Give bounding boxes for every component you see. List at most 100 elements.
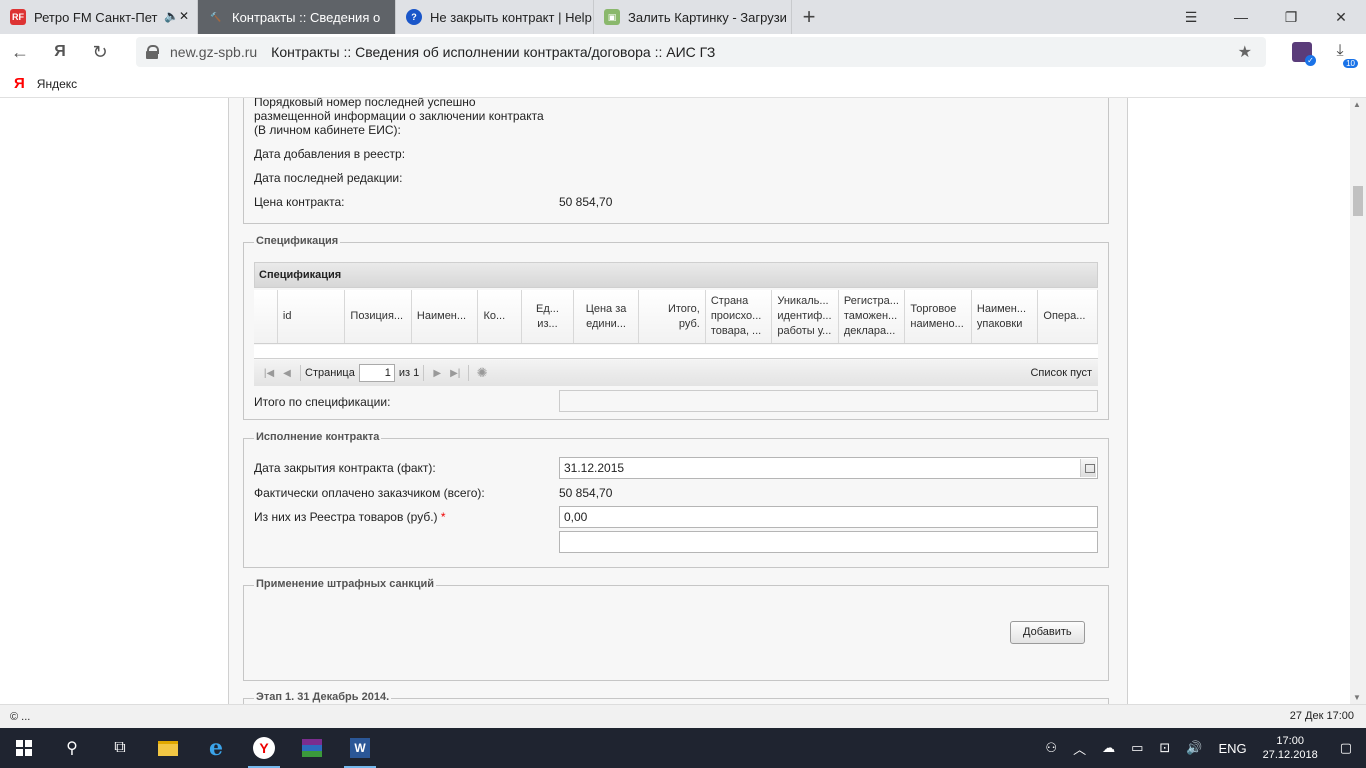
internet-explorer-icon[interactable]: e [192,728,240,768]
grid-column-header[interactable]: id [277,290,346,343]
registry-goods-extra-field[interactable] [559,531,1098,553]
first-page-icon[interactable]: |◀ [260,368,278,379]
grid-column-header[interactable]: Позиция... [345,290,412,343]
reload-icon[interactable]: ↻ [80,34,120,70]
winrar-icon[interactable] [288,728,336,768]
language-indicator[interactable]: ENG [1218,741,1246,756]
clock[interactable]: 17:00 27.12.2018 [1263,734,1318,762]
search-icon[interactable]: ⚲ [48,728,96,768]
people-icon[interactable]: ⚇ [1045,740,1057,756]
grid-column-header[interactable]: Итого, руб. [639,290,706,343]
spec-total-field [559,390,1098,412]
scroll-up-icon[interactable]: ▲ [1353,100,1361,109]
cloud-icon[interactable]: ☁ [1102,740,1115,756]
specification-grid-header: id Позиция... Наимен... Ко... Ед... из... Цен… [254,290,1098,344]
status-bar: © ... 27 Дек 17:00 [0,704,1366,728]
retro-fm-icon: RF [10,9,26,25]
grid-column-header[interactable]: Ко... [478,290,523,343]
tab-contracts[interactable]: 🔨 Контракты :: Сведения о [198,0,396,34]
paid-value: 50 854,70 [559,486,613,500]
star-icon[interactable]: ★ [1238,42,1252,62]
stage-legend: Этап 1. 31 Декабрь 2014. [254,691,392,703]
grid-column-header[interactable]: Ед... из... [522,290,574,343]
new-tab-button[interactable]: + [792,0,826,34]
scroll-thumb[interactable] [1353,186,1363,216]
grid-column-header[interactable]: Наимен... [411,290,479,343]
url-field[interactable]: new.gz-spb.ru Контракты :: Сведения об и… [136,37,1266,67]
specification-section: Спецификация Спецификация id Позиция... На… [243,235,1109,420]
registry-goods-field[interactable]: 0,00 [559,506,1098,528]
chevron-up-icon[interactable]: ︿ [1073,739,1086,758]
close-date-field[interactable]: 31.12.2015 [559,457,1098,479]
grid-column-header[interactable]: Страна происхо... товара, ... [705,290,773,343]
audio-icon[interactable]: 🔈✕ [164,9,189,23]
volume-icon[interactable]: 🔊 [1186,740,1202,756]
tab-title: Не закрыть контракт | Help [430,9,592,25]
status-right: 27 Дек 17:00 [1289,710,1354,722]
taskbar: ⚲ ⧉ e Y W ⚇ ︿ ☁ ▭ ⊡ 🔊 ENG 17:00 27.12.20… [0,728,1366,768]
windows-icon [16,740,32,756]
yandex-browser-icon[interactable]: Y [240,728,288,768]
battery-icon[interactable]: ▭ [1131,740,1143,756]
tab-strip: RF Ретро FM Санкт-Пет 🔈✕ 🔨 Контракты :: … [0,0,1366,34]
execution-section: Исполнение контракта Дата закрытия контр… [243,431,1109,568]
page-viewport: Порядковый номер последней успешно разме… [0,98,1366,704]
tab-image-upload[interactable]: ▣ Залить Картинку - Загрузи [594,0,792,34]
yandex-icon[interactable]: Я [40,34,80,70]
tab-retro-fm[interactable]: RF Ретро FM Санкт-Пет 🔈✕ [0,0,198,34]
refresh-icon[interactable]: ✺ [473,365,491,381]
penalties-section: Применение штрафных санкций Добавить [243,578,1109,681]
url-page-title: Контракты :: Сведения об исполнении конт… [271,44,716,60]
next-page-icon[interactable]: ▶ [428,368,446,379]
start-button[interactable] [0,728,48,768]
grid-column-header[interactable]: Регистра... таможен... деклара... [838,290,906,343]
registry-goods-label-text: Из них из Реестра товаров (руб.) [254,510,438,524]
add-penalty-button[interactable]: Добавить [1010,621,1085,644]
grid-column-header[interactable]: Цена за едини... [573,290,640,343]
download-icon[interactable]: ⤓ 10 [1330,42,1358,68]
contract-price-label: Цена контракта: [254,195,345,209]
clock-time: 17:00 [1276,735,1304,747]
calendar-icon[interactable] [1080,459,1096,477]
file-explorer-icon[interactable] [144,728,192,768]
grid-column-header[interactable]: Наимен... упаковки [971,290,1039,343]
page-of-label: из 1 [398,367,420,379]
prev-page-icon[interactable]: ◀ [278,368,296,379]
tab-title: Контракты :: Сведения о [232,9,381,25]
status-left: © ... [10,710,31,723]
empty-list-label: Список пуст [1030,367,1092,379]
minimize-icon[interactable]: — [1216,0,1266,34]
registry-goods-label: Из них из Реестра товаров (руб.) * [254,510,446,524]
contract-info-section: Порядковый номер последней успешно разме… [243,98,1109,224]
network-icon[interactable]: ⊡ [1159,740,1170,756]
paid-label: Фактически оплачено заказчиком (всего): [254,486,485,500]
close-date-value: 31.12.2015 [564,461,625,475]
grid-column-header[interactable]: Торговое наимено... [905,290,972,343]
execution-legend: Исполнение контракта [254,431,382,443]
bookmark-yandex[interactable]: Яндекс [37,77,77,91]
page-number-input[interactable]: 1 [358,364,395,382]
penalties-legend: Применение штрафных санкций [254,578,437,590]
grid-column-header[interactable] [254,290,278,343]
extension-icon[interactable]: ✓ [1292,42,1316,66]
last-page-icon[interactable]: ▶| [446,368,464,379]
page-scrollbar[interactable]: ▲ ▼ [1350,98,1366,704]
grid-column-header[interactable]: Опера... [1038,290,1098,343]
word-icon[interactable]: W [336,728,384,768]
restore-icon[interactable]: ❐ [1266,0,1316,34]
grid-column-header[interactable]: Уникаль... идентиф... работы у... [772,290,839,343]
required-mark: * [440,510,446,524]
check-icon: ✓ [1305,55,1316,66]
gavel-icon: 🔨 [210,11,222,22]
close-date-label: Дата закрытия контракта (факт): [254,461,436,475]
tab-help[interactable]: ? Не закрыть контракт | Help [396,0,594,34]
scroll-down-icon[interactable]: ▼ [1353,693,1361,702]
menu-icon[interactable]: ☰ [1166,0,1216,34]
notifications-icon[interactable]: ▢ [1340,740,1352,756]
image-icon: ▣ [604,9,620,25]
close-icon[interactable]: ✕ [1316,0,1366,34]
task-view-icon[interactable]: ⧉ [96,728,144,768]
back-icon[interactable]: ← [0,34,40,70]
contract-price-value: 50 854,70 [559,195,613,209]
pager: |◀ ◀ Страница 1 из 1 ▶ ▶| ✺ Список пуст [254,360,1098,386]
